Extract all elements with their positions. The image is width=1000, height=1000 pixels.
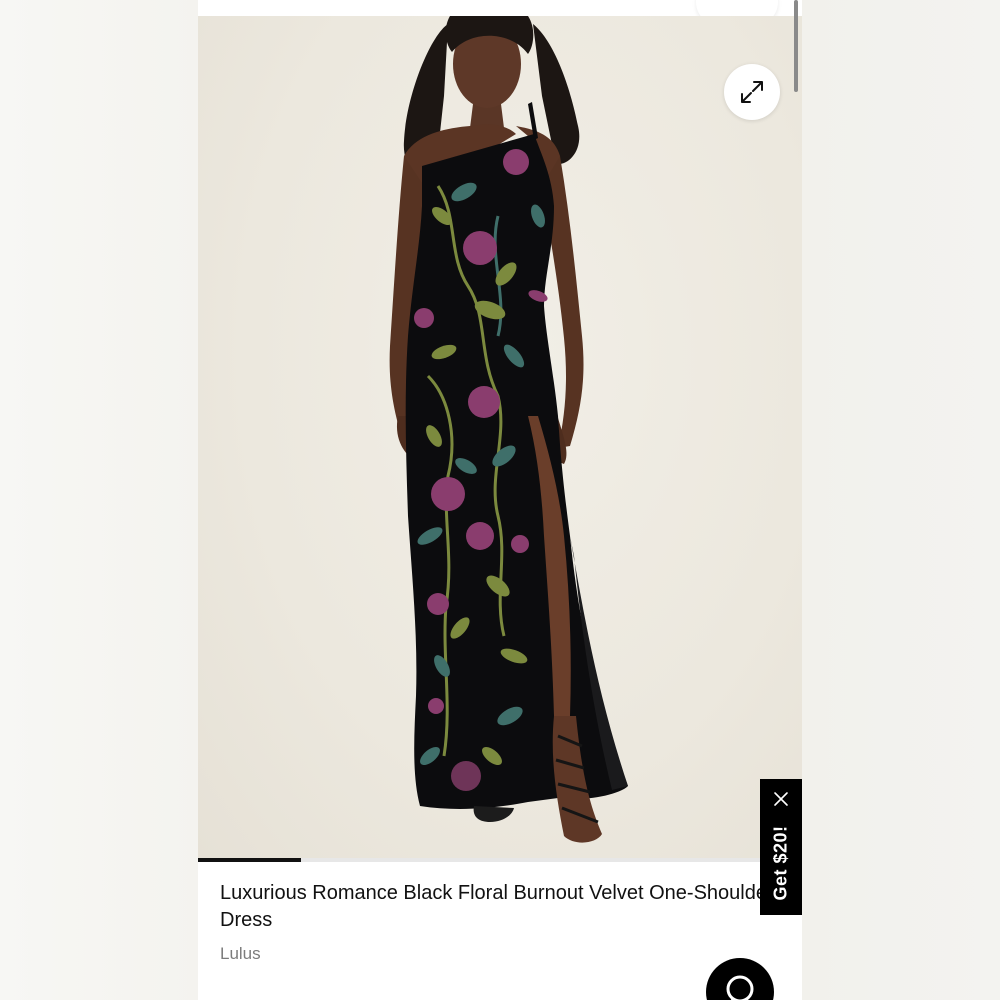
promo-close-button[interactable]	[771, 789, 791, 809]
expand-image-button[interactable]	[724, 64, 780, 120]
left-shoe	[473, 806, 514, 822]
model-illustration	[389, 16, 628, 843]
gallery-progress-bar	[198, 858, 802, 862]
gallery-progress-fill	[198, 858, 301, 862]
close-icon	[774, 792, 788, 806]
promo-label[interactable]: Get $20!	[771, 825, 792, 900]
product-image[interactable]	[198, 16, 802, 860]
brand-name[interactable]: Lulus	[220, 944, 261, 964]
screenshot-stage: Luxurious Romance Black Floral Burnout V…	[0, 0, 1000, 1000]
product-title: Luxurious Romance Black Floral Burnout V…	[220, 882, 774, 931]
product-page: Luxurious Romance Black Floral Burnout V…	[198, 0, 802, 1000]
chat-button[interactable]	[706, 958, 774, 1000]
scrollbar[interactable]	[794, 0, 798, 92]
chat-bubble-icon	[726, 975, 754, 1000]
promo-tab[interactable]: Get $20!	[760, 779, 802, 915]
expand-arrows-icon	[741, 81, 763, 103]
